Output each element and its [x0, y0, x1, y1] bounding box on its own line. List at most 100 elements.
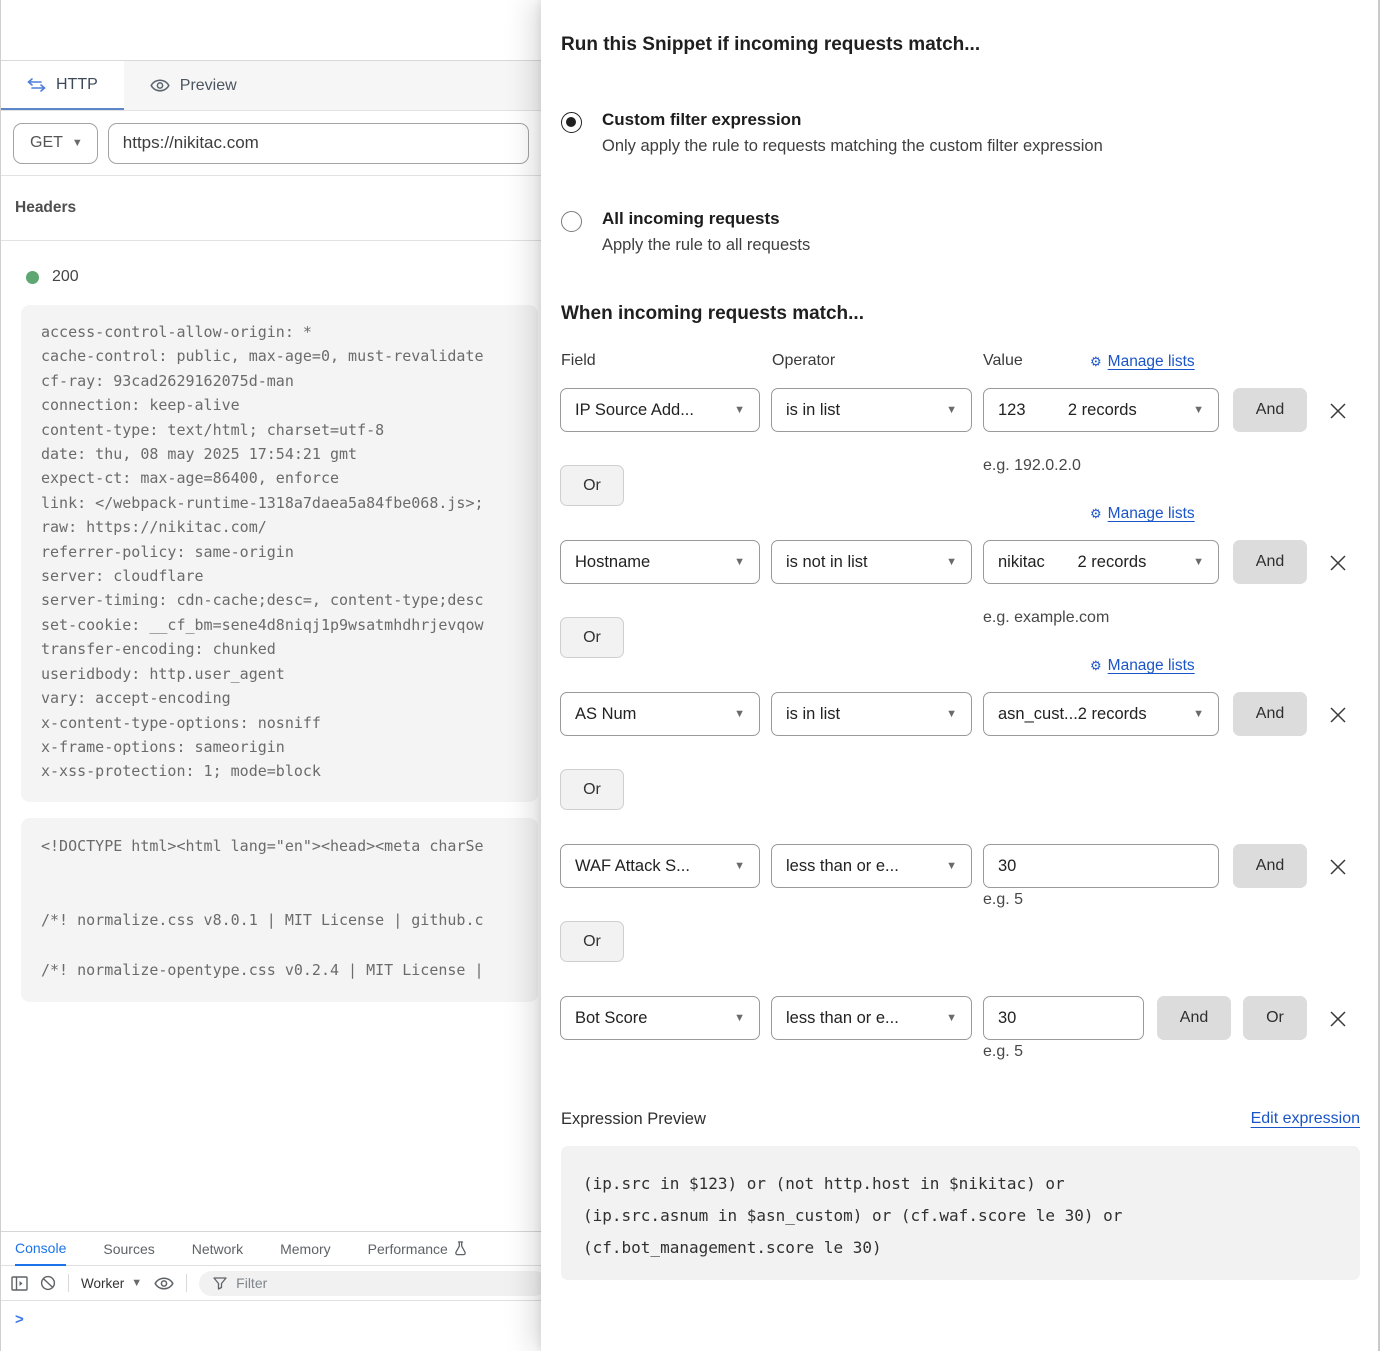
status-dot	[26, 271, 39, 284]
or-button[interactable]: Or	[560, 921, 624, 962]
chevron-down-icon: ▼	[946, 556, 957, 568]
chevron-down-icon: ▼	[946, 404, 957, 416]
console-output[interactable]: >	[1, 1301, 541, 1329]
field-dropdown[interactable]: WAF Attack S...▼	[560, 844, 760, 888]
and-button[interactable]: And	[1233, 692, 1307, 736]
expression-preview-label: Expression Preview	[561, 1110, 706, 1129]
edit-expression-link[interactable]: Edit expression	[1251, 1110, 1360, 1128]
radio-unselected-icon[interactable]	[561, 211, 582, 232]
devtools-tab-performance[interactable]: Performance	[368, 1232, 467, 1266]
operator-dropdown[interactable]: less than or e...▼	[771, 844, 972, 888]
http-tester-window: HTTP Preview GET ▼ https://nikitac.com	[1, 0, 541, 1351]
operator-dropdown[interactable]: is not in list▼	[771, 540, 972, 584]
worker-context-dropdown[interactable]: Worker ▼	[81, 1276, 142, 1291]
list-record-count: 2 records	[1078, 705, 1161, 724]
devtools-tab-network[interactable]: Network	[192, 1232, 243, 1266]
screen: HTTP Preview GET ▼ https://nikitac.com	[0, 0, 1383, 1351]
devtools-tabstrip: Console Sources Network Memory Performan…	[1, 1232, 541, 1266]
column-label-field: Field	[561, 352, 596, 370]
funnel-icon	[213, 1277, 227, 1290]
method-label: GET	[30, 134, 63, 152]
value-input[interactable]: 30	[983, 844, 1219, 888]
status-code: 200	[52, 268, 79, 286]
devtools-tab-console[interactable]: Console	[15, 1232, 66, 1266]
devtools-tab-memory[interactable]: Memory	[280, 1232, 331, 1266]
remove-condition-button[interactable]	[1327, 551, 1351, 575]
response-body-block: <!DOCTYPE html><html lang="en"><head><me…	[21, 818, 538, 1002]
gear-icon: ⚙	[1090, 354, 1102, 370]
chevron-down-icon: ▼	[734, 556, 745, 568]
and-button[interactable]: And	[1157, 996, 1231, 1040]
value-list-dropdown[interactable]: nikitac 2 records ▼	[983, 540, 1219, 584]
console-filter-input[interactable]: Filter	[199, 1271, 547, 1296]
value-input[interactable]: 30	[983, 996, 1144, 1040]
remove-condition-button[interactable]	[1327, 399, 1351, 423]
condition-row: Hostname▼ is not in list▼ nikitac 2 reco…	[541, 540, 1383, 584]
remove-condition-button[interactable]	[1327, 1007, 1351, 1031]
field-dropdown[interactable]: IP Source Add...▼	[560, 388, 760, 432]
match-heading: When incoming requests match...	[561, 303, 864, 325]
list-record-count: 2 records	[1068, 401, 1151, 420]
radio-selected-icon[interactable]	[561, 112, 582, 133]
operator-dropdown[interactable]: less than or e...▼	[771, 996, 972, 1040]
scrollbar-track[interactable]	[1378, 0, 1380, 1351]
clear-console-icon[interactable]	[40, 1275, 56, 1291]
and-button[interactable]: And	[1233, 388, 1307, 432]
manage-lists-link[interactable]: ⚙ Manage lists	[1090, 657, 1195, 675]
or-button[interactable]: Or	[1243, 996, 1307, 1040]
condition-row: Bot Score▼ less than or e...▼ 30 And Or	[541, 996, 1383, 1040]
condition-row: WAF Attack S...▼ less than or e...▼ 30 A…	[541, 844, 1383, 888]
field-dropdown[interactable]: Hostname▼	[560, 540, 760, 584]
chevron-down-icon: ▼	[1193, 404, 1204, 416]
column-label-operator: Operator	[772, 352, 835, 370]
request-row: GET ▼ https://nikitac.com	[1, 111, 541, 176]
and-button[interactable]: And	[1233, 844, 1307, 888]
and-button[interactable]: And	[1233, 540, 1307, 584]
method-dropdown[interactable]: GET ▼	[13, 123, 98, 164]
field-dropdown[interactable]: AS Num▼	[560, 692, 760, 736]
chevron-down-icon: ▼	[734, 1012, 745, 1024]
or-button[interactable]: Or	[560, 465, 624, 506]
gear-icon: ⚙	[1090, 658, 1102, 674]
window-top-bar	[1, 0, 541, 61]
or-button[interactable]: Or	[560, 769, 624, 810]
condition-row: AS Num▼ is in list▼ asn_cust... 2 record…	[541, 692, 1383, 736]
list-name: 123	[998, 401, 1026, 420]
chevron-down-icon: ▼	[131, 1277, 142, 1289]
panel-title: Run this Snippet if incoming requests ma…	[561, 34, 980, 56]
response-headers-block: access-control-allow-origin: * cache-con…	[21, 305, 538, 802]
dock-panel-icon[interactable]	[11, 1276, 28, 1291]
remove-condition-button[interactable]	[1327, 855, 1351, 879]
live-expression-eye-icon[interactable]	[154, 1276, 174, 1291]
operator-dropdown[interactable]: is in list▼	[771, 692, 972, 736]
tab-preview[interactable]: Preview	[124, 61, 263, 110]
manage-lists-link[interactable]: ⚙ Manage lists	[1090, 353, 1195, 371]
devtools-panel: Console Sources Network Memory Performan…	[1, 1231, 541, 1329]
swap-arrows-icon	[27, 78, 46, 92]
flask-icon	[454, 1241, 467, 1256]
chevron-down-icon: ▼	[734, 860, 745, 872]
manage-lists-link[interactable]: ⚙ Manage lists	[1090, 505, 1195, 523]
console-prompt: >	[15, 1311, 24, 1328]
value-hint: e.g. 192.0.2.0	[983, 457, 1081, 475]
value-list-dropdown[interactable]: 123 2 records ▼	[983, 388, 1219, 432]
headers-section-header[interactable]: Headers	[1, 176, 541, 241]
option-custom-filter[interactable]: Custom filter expression Only apply the …	[561, 110, 1103, 156]
tester-tabstrip: HTTP Preview	[1, 61, 541, 111]
option-label: All incoming requests	[602, 209, 810, 229]
headers-section-label: Headers	[15, 199, 76, 217]
filter-placeholder: Filter	[236, 1275, 267, 1291]
column-label-value: Value	[983, 352, 1023, 370]
option-all-requests[interactable]: All incoming requests Apply the rule to …	[561, 209, 810, 255]
field-dropdown[interactable]: Bot Score▼	[560, 996, 760, 1040]
or-button[interactable]: Or	[560, 617, 624, 658]
remove-condition-button[interactable]	[1327, 703, 1351, 727]
devtools-tab-sources[interactable]: Sources	[103, 1232, 154, 1266]
tab-http[interactable]: HTTP	[1, 61, 124, 110]
value-list-dropdown[interactable]: asn_cust... 2 records ▼	[983, 692, 1219, 736]
chevron-down-icon: ▼	[1193, 556, 1204, 568]
url-input[interactable]: https://nikitac.com	[108, 123, 529, 164]
value-hint: e.g. 5	[983, 891, 1023, 909]
operator-dropdown[interactable]: is in list▼	[771, 388, 972, 432]
url-value: https://nikitac.com	[123, 133, 259, 153]
